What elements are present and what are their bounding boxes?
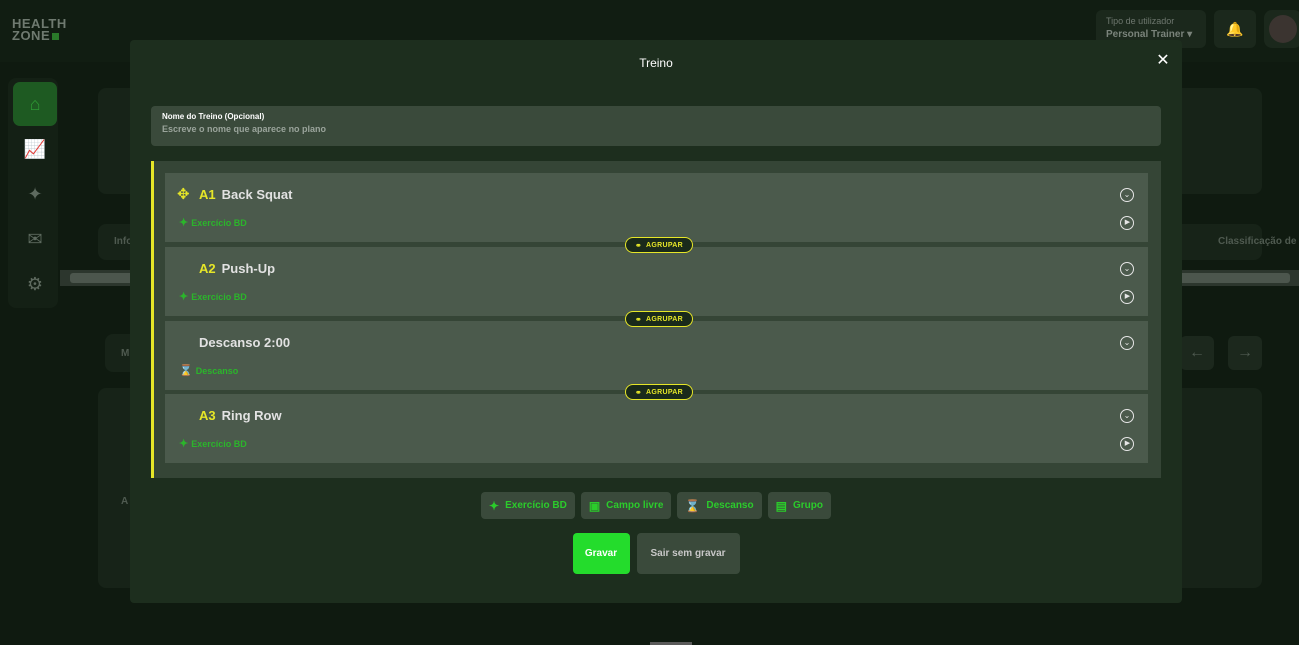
user-type-value: Personal Trainer ▾ bbox=[1106, 29, 1193, 40]
chat-icon[interactable]: ✉ bbox=[13, 217, 57, 261]
add-toolbar: ✦ Exercício BD ▣ Campo livre ⌛ Descanso ▤ Gr… bbox=[130, 492, 1182, 519]
text-field-icon: ▣ bbox=[588, 498, 601, 513]
workout-name-label: Nome do Treino (Opcional) bbox=[162, 112, 265, 121]
add-group-button[interactable]: ▤ Grupo bbox=[767, 492, 831, 519]
dumbbell-icon: ✦ bbox=[179, 291, 189, 303]
list-item[interactable]: A2 Push-Up ✦ Exercício BD ⌄ ▶ bbox=[165, 247, 1148, 316]
item-type: ✦ Exercício BD bbox=[179, 438, 247, 450]
home-icon[interactable]: ⌂ bbox=[13, 82, 57, 126]
hourglass-icon: ⌛ bbox=[685, 498, 701, 513]
item-title: Descanso 2:00 bbox=[199, 335, 291, 350]
item-type: ✦ Exercício BD bbox=[179, 291, 247, 303]
logo: HEALTH ZONE bbox=[12, 16, 67, 43]
chevron-down-icon[interactable]: ⌄ bbox=[1120, 336, 1134, 350]
add-exercise-button[interactable]: ✦ Exercício BD bbox=[481, 492, 575, 519]
arrow-left-icon[interactable]: ← bbox=[1180, 336, 1214, 370]
item-title: A1 Back Squat bbox=[199, 187, 293, 202]
plan-item-label: A bbox=[121, 496, 129, 507]
modal-title: Treino bbox=[639, 56, 673, 70]
user-type-label: Tipo de utilizador bbox=[1106, 16, 1175, 26]
item-title: A2 Push-Up bbox=[199, 261, 276, 276]
play-icon[interactable]: ▶ bbox=[1120, 216, 1134, 230]
list-item[interactable]: A3 Ring Row ✦ Exercício BD ⌄ ▶ bbox=[165, 394, 1148, 463]
gear-icon[interactable]: ⚙ bbox=[13, 262, 57, 306]
hourglass-icon: ⌛ bbox=[179, 365, 193, 377]
save-button[interactable]: Gravar bbox=[572, 533, 630, 574]
chevron-down-icon[interactable]: ⌄ bbox=[1120, 262, 1134, 276]
add-free-field-button[interactable]: ▣ Campo livre bbox=[580, 492, 672, 519]
workout-name-input[interactable] bbox=[162, 124, 1150, 134]
dumbbell-icon: ✦ bbox=[179, 217, 189, 229]
chevron-down-icon[interactable]: ⌄ bbox=[1120, 188, 1134, 202]
dumbbell-icon[interactable]: ✦ bbox=[13, 172, 57, 216]
list-item[interactable]: Descanso 2:00 ⌛ Descanso ⌄ bbox=[165, 321, 1148, 390]
chart-icon[interactable]: 📈 bbox=[13, 127, 57, 171]
workout-name-field[interactable]: Nome do Treino (Opcional) bbox=[151, 106, 1161, 146]
arrow-right-icon[interactable]: → bbox=[1228, 336, 1262, 370]
bell-icon[interactable]: 🔔 bbox=[1214, 10, 1256, 48]
dumbbell-icon: ✦ bbox=[489, 498, 500, 513]
avatar[interactable] bbox=[1264, 10, 1299, 48]
tab-classification[interactable]: Classificação de bbox=[1218, 236, 1296, 247]
item-type: ✦ Exercício BD bbox=[179, 217, 247, 229]
link-icon: ⚭ bbox=[635, 314, 643, 324]
link-icon: ⚭ bbox=[635, 387, 643, 397]
add-rest-button[interactable]: ⌛ Descanso bbox=[677, 492, 762, 519]
month-letter: M bbox=[121, 348, 130, 359]
exercise-block: ✥ A1 Back Squat ✦ Exercício BD ⌄ ▶ ⚭ AGRUPA… bbox=[151, 161, 1161, 478]
group-button[interactable]: ⚭ AGRUPAR bbox=[625, 384, 693, 400]
list-item[interactable]: ✥ A1 Back Squat ✦ Exercício BD ⌄ ▶ bbox=[165, 173, 1148, 242]
play-icon[interactable]: ▶ bbox=[1120, 290, 1134, 304]
sidebar: ⌂ 📈 ✦ ✉ ⚙ bbox=[8, 78, 58, 308]
link-icon: ⚭ bbox=[635, 240, 643, 250]
group-button[interactable]: ⚭ AGRUPAR bbox=[625, 237, 693, 253]
item-type: ⌛ Descanso bbox=[179, 365, 239, 377]
modal-actions: Gravar Sair sem gravar bbox=[130, 533, 1182, 574]
group-button[interactable]: ⚭ AGRUPAR bbox=[625, 311, 693, 327]
chevron-down-icon[interactable]: ⌄ bbox=[1120, 409, 1134, 423]
workout-modal: Treino ✕ Nome do Treino (Opcional) ✥ A1B… bbox=[130, 40, 1182, 603]
item-title: A3 Ring Row bbox=[199, 408, 282, 423]
close-icon[interactable]: ✕ bbox=[1154, 52, 1172, 70]
exit-without-saving-button[interactable]: Sair sem gravar bbox=[636, 533, 740, 574]
drag-handle-icon[interactable]: ✥ bbox=[177, 187, 190, 202]
dumbbell-icon: ✦ bbox=[179, 438, 189, 450]
group-list-icon: ▤ bbox=[775, 498, 787, 513]
play-icon[interactable]: ▶ bbox=[1120, 437, 1134, 451]
